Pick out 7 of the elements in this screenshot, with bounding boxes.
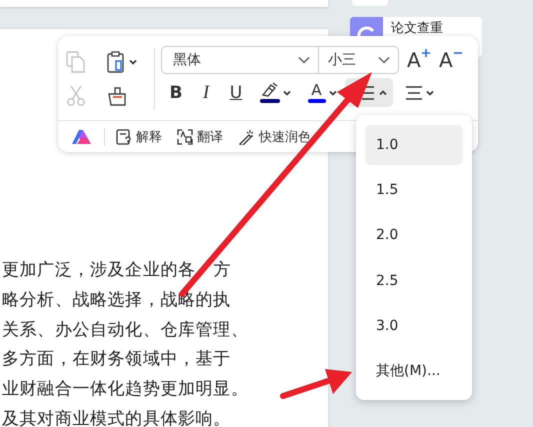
text-line: 方: [214, 259, 232, 281]
text-line: 更加广泛，涉及企业的各: [2, 259, 196, 281]
text-line: 关系、办公自动化、仓库管理、: [2, 318, 248, 341]
text-line: 及其对商业模式的具体影响。: [2, 408, 231, 427]
text-line: 业财融合一体化趋势更加明显。: [2, 378, 248, 400]
card-title: 论文查重: [391, 21, 443, 36]
text-line: 多方面，在财务领域中，基于: [2, 348, 231, 370]
